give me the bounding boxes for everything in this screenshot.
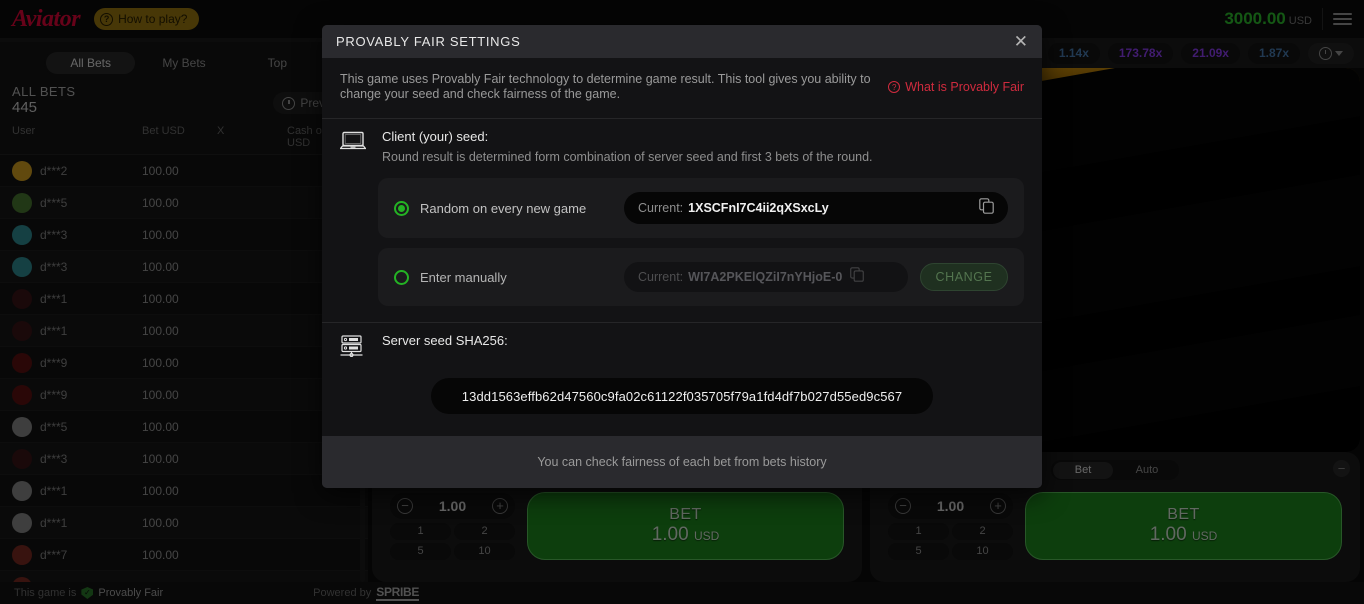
random-seed-option-row: Random on every new game Current: 1XSCFn… — [378, 178, 1024, 238]
dialog-intro: This game uses Provably Fair technology … — [322, 58, 1042, 119]
dialog-title: PROVABLY FAIR SETTINGS — [336, 34, 521, 49]
intro-text: This game uses Provably Fair technology … — [340, 72, 871, 101]
server-icon — [340, 333, 368, 362]
server-seed-section: Server seed SHA256: 13dd1563effb62d47560… — [322, 323, 1042, 436]
copy-icon[interactable] — [850, 267, 865, 287]
current-client-seed-field[interactable]: Current: 1XSCFnI7C4ii2qXSxcLy — [624, 192, 1008, 224]
change-seed-button[interactable]: CHANGE — [920, 263, 1008, 291]
current-label: Current: — [638, 270, 684, 284]
server-seed-header: Server seed SHA256: — [340, 333, 1024, 362]
manual-seed-label: Enter manually — [420, 269, 507, 285]
question-circle-icon: ? — [888, 81, 901, 93]
dialog-header: PROVABLY FAIR SETTINGS ✕ — [322, 25, 1042, 58]
provably-fair-settings-dialog: PROVABLY FAIR SETTINGS ✕ This game uses … — [322, 25, 1042, 488]
client-seed-section: Client (your) seed: Round result is dete… — [322, 119, 1042, 322]
aviator-game-app: Aviator ? How to play? 3000.00USD 3.38x … — [0, 0, 1364, 604]
random-seed-label: Random on every new game — [420, 200, 587, 216]
manual-seed-radio-row[interactable]: Enter manually — [394, 269, 624, 285]
manual-client-seed-field[interactable]: Current: WI7A2PKElQZiI7nYHjoE-0 — [624, 262, 908, 292]
close-icon[interactable]: ✕ — [1014, 33, 1028, 50]
server-seed-title: Server seed SHA256: — [382, 333, 508, 348]
dialog-footer-note: You can check fairness of each bet from … — [322, 436, 1042, 488]
random-seed-radio-row[interactable]: Random on every new game — [394, 200, 624, 216]
radio-enter-manually[interactable] — [394, 269, 409, 285]
current-label: Current: — [638, 201, 684, 215]
copy-icon[interactable] — [979, 197, 994, 219]
manual-client-seed-value: WI7A2PKElQZiI7nYHjoE-0 — [688, 270, 843, 284]
what-is-provably-fair-label: What is Provably Fair — [905, 80, 1024, 94]
client-seed-header: Client (your) seed: Round result is dete… — [339, 129, 1024, 164]
client-seed-title: Client (your) seed: — [382, 129, 489, 144]
laptop-icon — [339, 129, 368, 156]
current-client-seed-value: 1XSCFnI7C4ii2qXSxcLy — [688, 201, 829, 215]
manual-seed-option-row: Enter manually Current: WI7A2PKElQZiI7nY… — [378, 248, 1024, 306]
client-seed-subtitle: Round result is determined form combinat… — [382, 150, 873, 164]
server-seed-hash[interactable]: 13dd1563effb62d47560c9fa02c61122f035705f… — [431, 378, 933, 414]
radio-random-on-every-new-game[interactable] — [394, 200, 409, 216]
what-is-provably-fair-link[interactable]: ? What is Provably Fair — [888, 80, 1024, 94]
